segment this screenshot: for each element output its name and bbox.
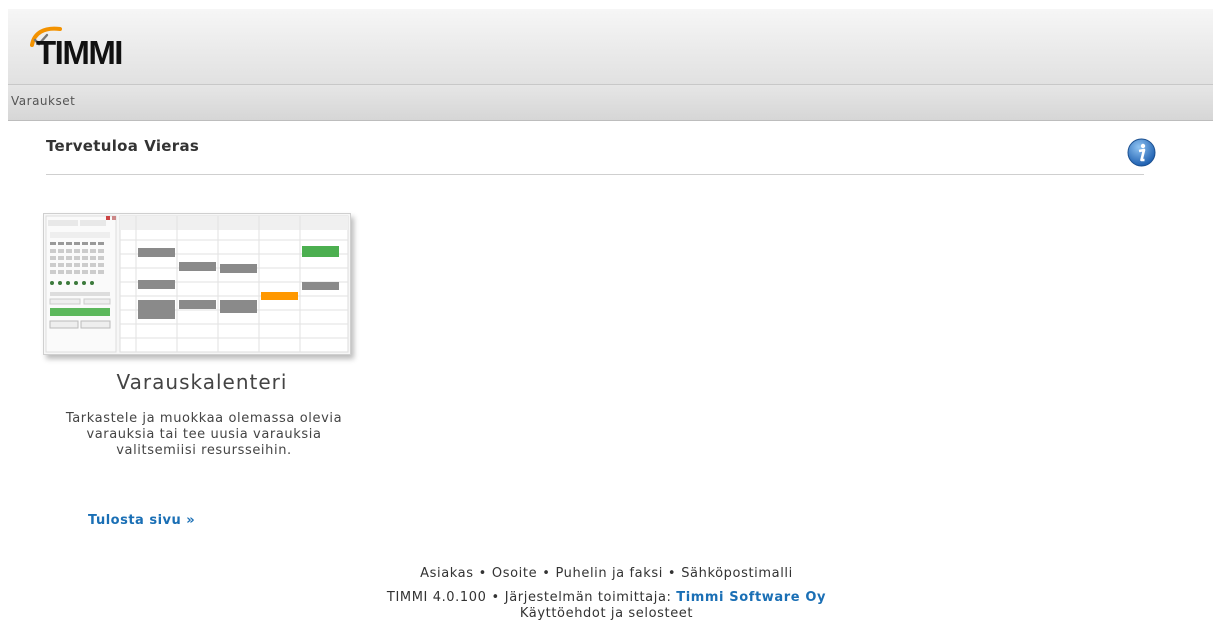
card-title-text: Varauskalenteri bbox=[116, 370, 288, 394]
footer-separator: • bbox=[491, 590, 500, 605]
footer-link-osoite[interactable]: Osoite bbox=[492, 566, 537, 581]
footer-vendor-link[interactable]: Timmi Software Oy bbox=[676, 590, 826, 605]
calendar-thumbnail[interactable] bbox=[43, 213, 351, 355]
welcome-user: Vieras bbox=[144, 137, 200, 155]
footer-version-line: TIMMI 4.0.100 • Järjestelmän toimittaja: T… bbox=[0, 590, 1213, 605]
welcome-greeting: Tervetuloa bbox=[46, 137, 139, 155]
footer-separator: • bbox=[542, 566, 551, 581]
header-divider bbox=[46, 174, 1144, 175]
card-description: Tarkastele ja muokkaa olemassa olevia va… bbox=[65, 411, 343, 458]
timmi-logo[interactable]: TIMMI bbox=[26, 23, 156, 75]
nav-item-varaukset[interactable]: Varaukset bbox=[11, 94, 75, 108]
footer-link-puhelin[interactable]: Puhelin ja faksi bbox=[555, 566, 662, 581]
card-title-link[interactable]: Varauskalenteri bbox=[0, 370, 404, 394]
info-icon[interactable] bbox=[1127, 138, 1156, 167]
footer-links: Asiakas • Osoite • Puhelin ja faksi • Sähköpos… bbox=[0, 566, 1213, 581]
footer-link-asiakas[interactable]: Asiakas bbox=[420, 566, 473, 581]
footer-version: TIMMI 4.0.100 bbox=[386, 590, 487, 605]
app-header: TIMMI bbox=[8, 9, 1213, 85]
footer-terms-line: Käyttöehdot ja selosteet bbox=[0, 606, 1213, 621]
footer-separator: • bbox=[667, 566, 677, 581]
logo-text: TIMMI bbox=[36, 34, 123, 71]
footer-terms-link[interactable]: Käyttöehdot ja selosteet bbox=[520, 606, 693, 621]
footer-vendor-label: Järjestelmän toimittaja: bbox=[504, 590, 672, 605]
print-page-link[interactable]: Tulosta sivu » bbox=[88, 513, 195, 528]
welcome-heading: Tervetuloa Vieras bbox=[46, 137, 199, 155]
footer-link-sahkopostimalli[interactable]: Sähköpostimalli bbox=[681, 566, 793, 581]
footer-separator: • bbox=[478, 566, 487, 581]
main-nav: Varaukset bbox=[8, 85, 1213, 121]
